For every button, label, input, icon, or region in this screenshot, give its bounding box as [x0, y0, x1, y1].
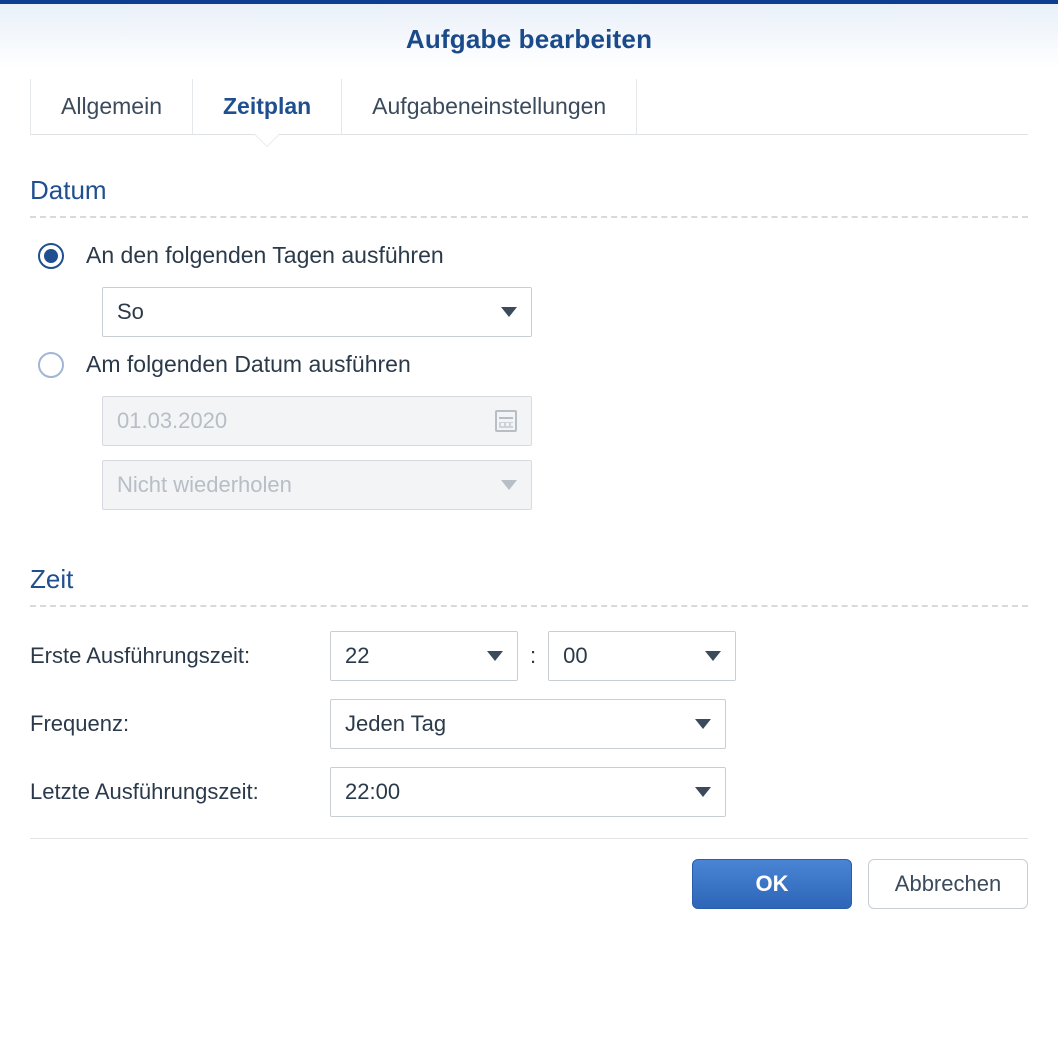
date-input: 01.03.2020 [102, 396, 532, 446]
section-title-date: Datum [30, 175, 1028, 206]
tab-label: Zeitplan [223, 93, 311, 119]
first-run-minute-select[interactable]: 00 [548, 631, 736, 681]
chevron-down-icon [501, 480, 517, 490]
day-select-value: So [117, 299, 489, 325]
chevron-down-icon [705, 651, 721, 661]
radio-run-on-days-label: An den folgenden Tagen ausführen [86, 242, 444, 269]
dialog-content: Allgemein Zeitplan Aufgabeneinstellungen… [0, 69, 1058, 949]
tab-task-settings[interactable]: Aufgabeneinstellungen [342, 79, 637, 134]
repeat-select-value: Nicht wiederholen [117, 472, 489, 498]
first-run-controls: 22 : 00 [330, 631, 1028, 681]
time-grid: Erste Ausführungszeit: 22 : 00 Frequenz: [30, 631, 1028, 817]
frequency-select[interactable]: Jeden Tag [330, 699, 726, 749]
chevron-down-icon [501, 307, 517, 317]
section-time: Zeit Erste Ausführungszeit: 22 : 00 Freq… [30, 524, 1028, 817]
frequency-controls: Jeden Tag [330, 699, 1028, 749]
titlebar: Aufgabe bearbeiten [0, 4, 1058, 69]
day-select-container: So [102, 287, 1028, 337]
radio-run-on-days[interactable] [38, 243, 64, 269]
repeat-select: Nicht wiederholen [102, 460, 532, 510]
last-run-label: Letzte Ausführungszeit: [30, 779, 330, 805]
date-controls: 01.03.2020 Nicht wiederholen [102, 396, 1028, 510]
chevron-down-icon [487, 651, 503, 661]
first-run-minute-value: 00 [563, 643, 693, 669]
tab-schedule[interactable]: Zeitplan [193, 79, 342, 134]
first-run-hour-select[interactable]: 22 [330, 631, 518, 681]
radio-run-on-date[interactable] [38, 352, 64, 378]
frequency-value: Jeden Tag [345, 711, 683, 737]
radio-run-on-date-row: Am folgenden Datum ausführen [38, 351, 1028, 378]
cancel-button[interactable]: Abbrechen [868, 859, 1028, 909]
dialog-window: Aufgabe bearbeiten Allgemein Zeitplan Au… [0, 0, 1058, 949]
divider [30, 216, 1028, 218]
section-date: Datum An den folgenden Tagen ausführen S… [30, 135, 1028, 524]
calendar-icon [495, 410, 517, 432]
divider [30, 605, 1028, 607]
tab-label: Allgemein [61, 93, 162, 119]
time-colon: : [530, 643, 536, 669]
section-title-time: Zeit [30, 564, 1028, 595]
last-run-select[interactable]: 22:00 [330, 767, 726, 817]
tab-general[interactable]: Allgemein [30, 79, 193, 134]
frequency-label: Frequenz: [30, 711, 330, 737]
radio-run-on-days-row: An den folgenden Tagen ausführen [38, 242, 1028, 269]
footer-divider [30, 838, 1028, 839]
last-run-value: 22:00 [345, 779, 683, 805]
ok-button[interactable]: OK [692, 859, 852, 909]
footer-buttons: OK Abbrechen [30, 859, 1028, 909]
first-run-hour-value: 22 [345, 643, 475, 669]
dialog-title: Aufgabe bearbeiten [0, 24, 1058, 55]
radio-run-on-date-label: Am folgenden Datum ausführen [86, 351, 411, 378]
chevron-down-icon [695, 719, 711, 729]
date-input-value: 01.03.2020 [117, 408, 495, 434]
chevron-down-icon [695, 787, 711, 797]
tab-bar: Allgemein Zeitplan Aufgabeneinstellungen [30, 79, 1028, 135]
tab-row: Allgemein Zeitplan Aufgabeneinstellungen [30, 79, 1028, 134]
last-run-controls: 22:00 [330, 767, 1028, 817]
tab-label: Aufgabeneinstellungen [372, 93, 606, 119]
footer: OK Abbrechen [30, 818, 1028, 929]
first-run-label: Erste Ausführungszeit: [30, 643, 330, 669]
day-select[interactable]: So [102, 287, 532, 337]
